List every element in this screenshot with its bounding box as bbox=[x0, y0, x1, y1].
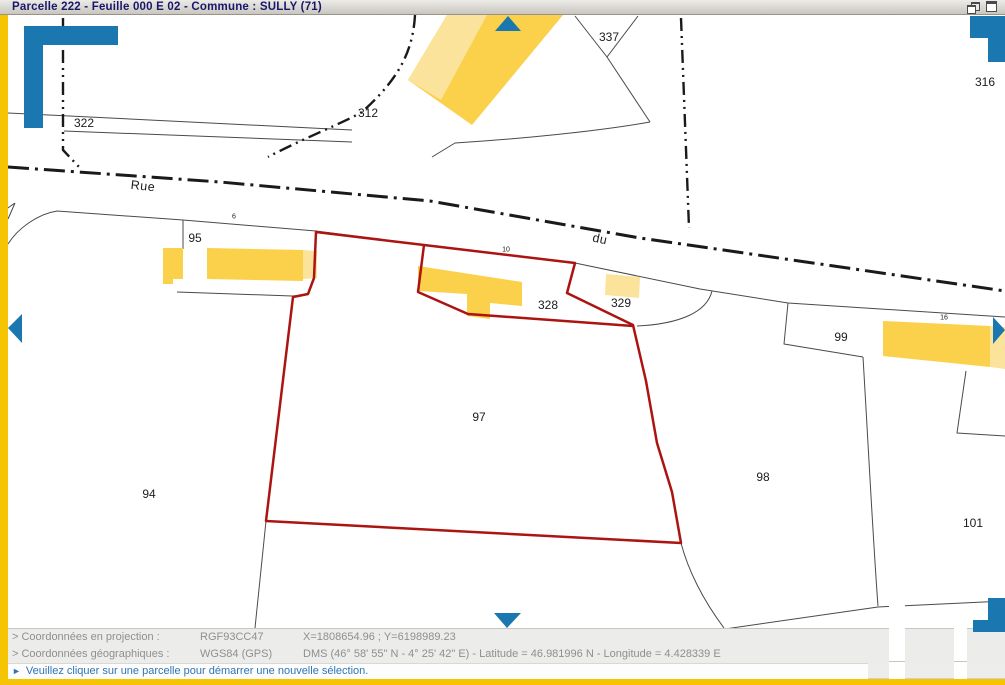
status-value: X=1808654.96 ; Y=6198989.23 bbox=[303, 629, 456, 646]
cadastre-viewer-window: Parcelle 222 - Feuille 000 E 02 - Commun… bbox=[0, 0, 1005, 685]
render-artifact bbox=[868, 663, 889, 679]
render-artifact bbox=[889, 605, 905, 678]
cadastral-map[interactable] bbox=[0, 15, 1005, 628]
status-system: WGS84 (GPS) bbox=[200, 646, 272, 663]
frame-left bbox=[0, 15, 8, 685]
map-background bbox=[0, 15, 1005, 628]
render-artifact bbox=[954, 605, 967, 678]
message-text: Veuillez cliquer sur une parcelle pour d… bbox=[26, 665, 368, 677]
status-row-geographic: > Coordonnées géographiques : WGS84 (GPS… bbox=[8, 646, 1005, 663]
map-corner-bottom-right bbox=[973, 620, 1005, 632]
status-system: RGF93CC47 bbox=[200, 629, 264, 646]
status-value: DMS (46° 58' 55" N - 4° 25' 42" E) - Lat… bbox=[303, 646, 721, 663]
status-label: > Coordonnées géographiques : bbox=[12, 646, 169, 663]
status-label: > Coordonnées en projection : bbox=[12, 629, 160, 646]
render-artifact bbox=[967, 663, 1005, 679]
status-bar: > Coordonnées en projection : RGF93CC47 … bbox=[8, 628, 1005, 663]
map-viewport[interactable]: 322312337316959497989910132832961016Rued… bbox=[0, 0, 1005, 628]
frame-bottom bbox=[0, 679, 1005, 685]
status-row-projection: > Coordonnées en projection : RGF93CC47 … bbox=[8, 629, 1005, 646]
message-bar: ► Veuillez cliquer sur une parcelle pour … bbox=[8, 663, 1005, 679]
render-artifact bbox=[905, 663, 954, 679]
message-arrow-icon: ► bbox=[12, 666, 21, 676]
